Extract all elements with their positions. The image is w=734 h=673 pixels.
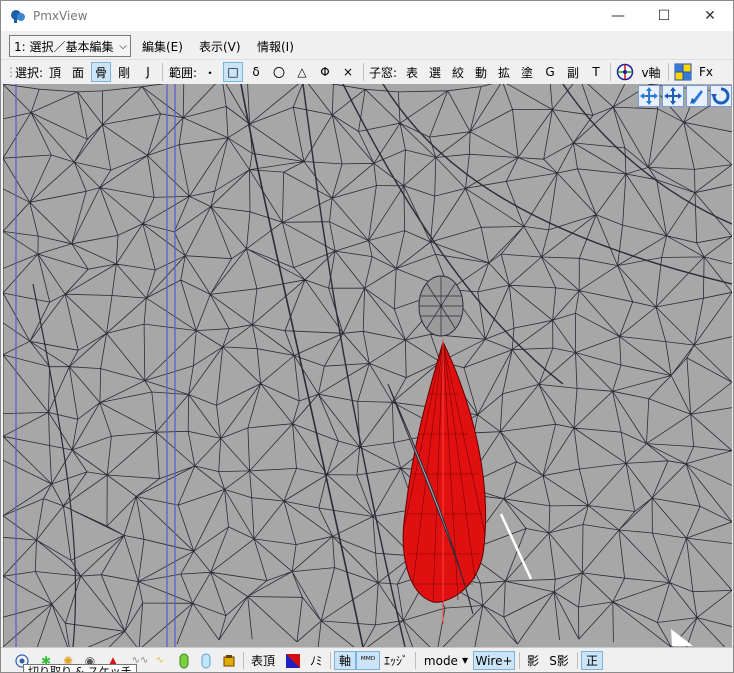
- capsule-cyan-icon[interactable]: [197, 651, 215, 670]
- axis-gizmo-button[interactable]: [615, 62, 635, 82]
- tooltip: 切り取り & スケッチ: [23, 664, 137, 672]
- menu-edit[interactable]: 編集(E): [142, 38, 183, 55]
- pmxview-window: PmxView — ☐ ✕ 1: 選択／基本編集 ⌵ 編集(E) 表示(V) 情…: [0, 0, 734, 673]
- bottom-separator: [519, 652, 520, 669]
- range-delta-button[interactable]: δ: [247, 62, 265, 82]
- zoom-arrow-icon: [690, 90, 703, 104]
- select-label: 選択:: [14, 65, 44, 80]
- view-pan-button[interactable]: [662, 85, 684, 107]
- view-rotate-button[interactable]: [710, 85, 732, 107]
- edit-mode-value: 1: 選択／基本編集: [14, 39, 114, 54]
- range-clear-button[interactable]: ×: [339, 62, 357, 82]
- render-mode-label: mode: [423, 653, 458, 668]
- maximize-button[interactable]: ☐: [641, 1, 687, 31]
- window-title: PmxView: [33, 9, 88, 23]
- bottom-separator: [577, 652, 578, 669]
- 3d-viewport[interactable]: [3, 84, 732, 647]
- subwin-group-button[interactable]: G: [541, 62, 559, 82]
- subwin-select-button[interactable]: 選: [426, 62, 444, 82]
- pan-arrows-icon: [664, 87, 682, 105]
- view-move-button[interactable]: [638, 85, 660, 107]
- subwin-scale-button[interactable]: 拡: [495, 62, 513, 82]
- close-button[interactable]: ✕: [687, 1, 733, 31]
- bottom-separator: [415, 652, 416, 669]
- capsule-green-icon[interactable]: [175, 651, 193, 670]
- select-rigid-button[interactable]: 剛: [115, 62, 133, 82]
- title-bar: PmxView — ☐ ✕: [1, 1, 733, 31]
- range-triangle-button[interactable]: △: [293, 62, 311, 82]
- grid-icon: [674, 63, 692, 81]
- v-axis-button[interactable]: v軸: [638, 62, 664, 82]
- toolbar: ⋮ 選択: 頂 面 骨 剛 J 範囲: ・ □ δ 〇 △ Φ × 子窓: 表 …: [1, 59, 733, 84]
- grid-view-button[interactable]: [673, 62, 693, 82]
- menu-info[interactable]: 情報(I): [257, 38, 294, 55]
- select-bone-button[interactable]: 骨: [91, 62, 111, 82]
- fx-button[interactable]: Fx: [696, 62, 716, 82]
- menu-view[interactable]: 表示(V): [199, 38, 241, 55]
- bottom-separator: [243, 652, 244, 669]
- edge-toggle-button[interactable]: ｴｯｼﾞ: [381, 651, 411, 670]
- toolbar-separator: [363, 63, 364, 81]
- rotate-icon: [711, 87, 730, 105]
- orthographic-button[interactable]: 正: [581, 651, 603, 670]
- subwin-move-button[interactable]: 動: [472, 62, 490, 82]
- axis-gizmo-icon: [616, 63, 634, 81]
- render-mode-dropdown[interactable]: mode ▼: [421, 651, 471, 670]
- toolbar-separator: [668, 63, 669, 81]
- chevron-down-icon: ⌵: [119, 40, 127, 52]
- range-circle-button[interactable]: 〇: [270, 62, 288, 82]
- wireframe-mesh: [3, 84, 732, 647]
- view-zoom-button[interactable]: [686, 85, 708, 107]
- app-icon: [11, 10, 25, 23]
- mmd-toggle-button[interactable]: ᴹᴹᴰ: [356, 651, 380, 670]
- show-vertex-button[interactable]: 表頂: [248, 651, 278, 670]
- range-rect-button[interactable]: □: [223, 62, 243, 82]
- toolbar-separator: [610, 63, 611, 81]
- menu-bar: 1: 選択／基本編集 ⌵ 編集(E) 表示(V) 情報(I): [1, 32, 733, 58]
- only-button[interactable]: ﾉﾐ: [306, 651, 326, 670]
- wire-plus-button[interactable]: Wire+: [473, 651, 515, 670]
- color-swatch-button[interactable]: [284, 651, 302, 670]
- select-face-button[interactable]: 面: [69, 62, 87, 82]
- paint-icon[interactable]: [220, 651, 238, 670]
- yellow-wave-icon[interactable]: ∿: [151, 651, 169, 670]
- minimize-button[interactable]: —: [595, 1, 641, 31]
- bottom-separator: [330, 652, 331, 669]
- caret-down-icon: ▼: [461, 656, 469, 665]
- move-arrows-icon: [640, 87, 658, 105]
- joint-sphere: [418, 275, 464, 337]
- range-phi-button[interactable]: Φ: [316, 62, 334, 82]
- range-label: 範囲:: [168, 65, 198, 80]
- subwin-paint-button[interactable]: 塗: [518, 62, 536, 82]
- subwin-filter-button[interactable]: 絞: [449, 62, 467, 82]
- subwin-sub-button[interactable]: 副: [564, 62, 582, 82]
- toolbar-separator: [162, 63, 163, 81]
- select-joint-button[interactable]: J: [139, 62, 157, 82]
- range-point-button[interactable]: ・: [201, 62, 219, 82]
- edit-mode-select[interactable]: 1: 選択／基本編集 ⌵: [9, 35, 131, 57]
- color-swatch-icon: [286, 653, 300, 668]
- axis-toggle-button[interactable]: 軸: [334, 651, 356, 670]
- mmd-icon: ᴹᴹᴰ: [360, 655, 376, 666]
- subwin-table-button[interactable]: 表: [403, 62, 421, 82]
- shadow-button[interactable]: 影: [523, 651, 543, 670]
- subwindow-label: 子窓:: [368, 65, 398, 80]
- self-shadow-button[interactable]: S影: [546, 651, 572, 670]
- select-vertex-button[interactable]: 頂: [46, 62, 64, 82]
- subwin-t-button[interactable]: T: [587, 62, 605, 82]
